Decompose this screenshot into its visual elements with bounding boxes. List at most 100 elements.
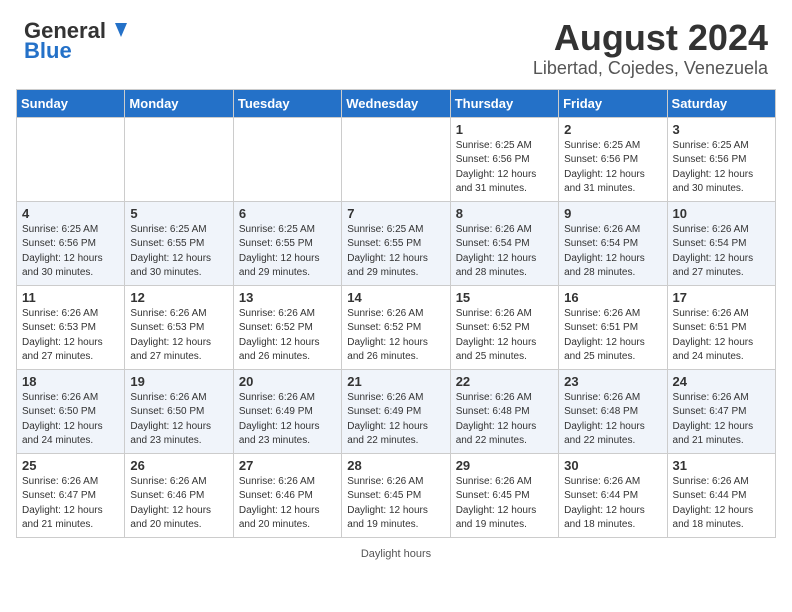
day-number: 3 <box>673 122 770 137</box>
calendar-cell <box>125 117 233 201</box>
calendar-cell: 10Sunrise: 6:26 AM Sunset: 6:54 PM Dayli… <box>667 201 775 285</box>
day-info: Sunrise: 6:25 AM Sunset: 6:56 PM Dayligh… <box>456 139 553 197</box>
calendar-container: SundayMondayTuesdayWednesdayThursdayFrid… <box>0 89 792 542</box>
calendar-cell: 31Sunrise: 6:26 AM Sunset: 6:44 PM Dayli… <box>667 453 775 537</box>
calendar-cell: 7 Sunrise: 6:25 AM Sunset: 6:55 PM Daylig… <box>342 201 450 285</box>
day-info: Sunrise: 6:26 AM Sunset: 6:48 PM Dayligh… <box>564 391 661 449</box>
calendar-week-row: 11 Sunrise: 6:26 AM Sunset: 6:53 PM Dayli… <box>17 285 776 369</box>
day-info: Sunrise: 6:26 AM Sunset: 6:52 PM Dayligh… <box>347 307 444 365</box>
calendar-cell: 6Sunrise: 6:25 AM Sunset: 6:55 PM Daylig… <box>233 201 341 285</box>
calendar-cell: 2Sunrise: 6:25 AM Sunset: 6:56 PM Daylig… <box>559 117 667 201</box>
day-info: Sunrise: 6:26 AM Sunset: 6:44 PM Dayligh… <box>564 475 661 533</box>
day-info: Sunrise: 6:26 AM Sunset: 6:49 PM Dayligh… <box>239 391 336 449</box>
day-number: 22 <box>456 374 553 389</box>
subtitle: Libertad, Cojedes, Venezuela <box>533 58 768 79</box>
day-number: 6 <box>239 206 336 221</box>
calendar-cell: 21 Sunrise: 6:26 AM Sunset: 6:49 PM Dayli… <box>342 369 450 453</box>
page-header: General Blue August 2024 Libertad, Cojed… <box>0 0 792 89</box>
calendar-cell: 4 Sunrise: 6:25 AM Sunset: 6:56 PM Daylig… <box>17 201 125 285</box>
day-number: 7 <box>347 206 444 221</box>
calendar-week-row: 25 Sunrise: 6:26 AM Sunset: 6:47 PM Dayli… <box>17 453 776 537</box>
col-header-saturday: Saturday <box>667 89 775 117</box>
day-number: 14 <box>347 290 444 305</box>
day-number: 17 <box>673 290 770 305</box>
day-number: 9 <box>564 206 661 221</box>
day-info: Sunrise: 6:25 AM Sunset: 6:55 PM Dayligh… <box>347 223 444 281</box>
calendar-header-row: SundayMondayTuesdayWednesdayThursdayFrid… <box>17 89 776 117</box>
calendar-cell <box>17 117 125 201</box>
calendar-cell: 1 Sunrise: 6:25 AM Sunset: 6:56 PM Daylig… <box>450 117 558 201</box>
day-info: Sunrise: 6:26 AM Sunset: 6:44 PM Dayligh… <box>673 475 770 533</box>
day-info: Sunrise: 6:26 AM Sunset: 6:52 PM Dayligh… <box>456 307 553 365</box>
day-number: 5 <box>130 206 227 221</box>
day-number: 25 <box>22 458 119 473</box>
day-number: 1 <box>456 122 553 137</box>
day-info: Sunrise: 6:26 AM Sunset: 6:51 PM Dayligh… <box>673 307 770 365</box>
calendar-cell: 25 Sunrise: 6:26 AM Sunset: 6:47 PM Dayli… <box>17 453 125 537</box>
day-info: Sunrise: 6:26 AM Sunset: 6:52 PM Dayligh… <box>239 307 336 365</box>
day-info: Sunrise: 6:26 AM Sunset: 6:53 PM Dayligh… <box>130 307 227 365</box>
calendar-cell: 3 Sunrise: 6:25 AM Sunset: 6:56 PM Daylig… <box>667 117 775 201</box>
calendar-cell: 13 Sunrise: 6:26 AM Sunset: 6:52 PM Dayli… <box>233 285 341 369</box>
day-info: Sunrise: 6:26 AM Sunset: 6:53 PM Dayligh… <box>22 307 119 365</box>
day-info: Sunrise: 6:26 AM Sunset: 6:54 PM Dayligh… <box>564 223 661 281</box>
day-info: Sunrise: 6:25 AM Sunset: 6:56 PM Dayligh… <box>564 139 661 197</box>
day-info: Sunrise: 6:25 AM Sunset: 6:56 PM Dayligh… <box>673 139 770 197</box>
day-info: Sunrise: 6:26 AM Sunset: 6:50 PM Dayligh… <box>130 391 227 449</box>
calendar-cell: 26Sunrise: 6:26 AM Sunset: 6:46 PM Dayli… <box>125 453 233 537</box>
day-number: 13 <box>239 290 336 305</box>
col-header-thursday: Thursday <box>450 89 558 117</box>
calendar-cell: 24Sunrise: 6:26 AM Sunset: 6:47 PM Dayli… <box>667 369 775 453</box>
calendar-cell: 23Sunrise: 6:26 AM Sunset: 6:48 PM Dayli… <box>559 369 667 453</box>
day-number: 30 <box>564 458 661 473</box>
title-area: August 2024 Libertad, Cojedes, Venezuela <box>533 18 768 79</box>
calendar-cell: 22Sunrise: 6:26 AM Sunset: 6:48 PM Dayli… <box>450 369 558 453</box>
day-number: 8 <box>456 206 553 221</box>
logo-icon <box>107 19 129 41</box>
calendar-week-row: 4 Sunrise: 6:25 AM Sunset: 6:56 PM Daylig… <box>17 201 776 285</box>
calendar-week-row: 1 Sunrise: 6:25 AM Sunset: 6:56 PM Daylig… <box>17 117 776 201</box>
day-info: Sunrise: 6:26 AM Sunset: 6:51 PM Dayligh… <box>564 307 661 365</box>
day-number: 15 <box>456 290 553 305</box>
calendar-cell: 28 Sunrise: 6:26 AM Sunset: 6:45 PM Dayli… <box>342 453 450 537</box>
col-header-friday: Friday <box>559 89 667 117</box>
day-info: Sunrise: 6:26 AM Sunset: 6:45 PM Dayligh… <box>456 475 553 533</box>
calendar-cell: 27Sunrise: 6:26 AM Sunset: 6:46 PM Dayli… <box>233 453 341 537</box>
day-number: 28 <box>347 458 444 473</box>
calendar-cell: 15 Sunrise: 6:26 AM Sunset: 6:52 PM Dayli… <box>450 285 558 369</box>
calendar-cell: 20Sunrise: 6:26 AM Sunset: 6:49 PM Dayli… <box>233 369 341 453</box>
calendar-cell: 9 Sunrise: 6:26 AM Sunset: 6:54 PM Daylig… <box>559 201 667 285</box>
daylight-label: Daylight hours <box>361 548 431 560</box>
day-number: 19 <box>130 374 227 389</box>
calendar-cell: 11 Sunrise: 6:26 AM Sunset: 6:53 PM Dayli… <box>17 285 125 369</box>
col-header-monday: Monday <box>125 89 233 117</box>
calendar-cell: 12Sunrise: 6:26 AM Sunset: 6:53 PM Dayli… <box>125 285 233 369</box>
calendar-cell: 30 Sunrise: 6:26 AM Sunset: 6:44 PM Dayli… <box>559 453 667 537</box>
col-header-wednesday: Wednesday <box>342 89 450 117</box>
day-info: Sunrise: 6:26 AM Sunset: 6:54 PM Dayligh… <box>456 223 553 281</box>
main-title: August 2024 <box>533 18 768 58</box>
day-info: Sunrise: 6:25 AM Sunset: 6:55 PM Dayligh… <box>130 223 227 281</box>
day-info: Sunrise: 6:26 AM Sunset: 6:45 PM Dayligh… <box>347 475 444 533</box>
calendar-cell: 5 Sunrise: 6:25 AM Sunset: 6:55 PM Daylig… <box>125 201 233 285</box>
day-number: 24 <box>673 374 770 389</box>
day-info: Sunrise: 6:25 AM Sunset: 6:56 PM Dayligh… <box>22 223 119 281</box>
logo: General Blue <box>24 18 129 64</box>
calendar-cell: 8 Sunrise: 6:26 AM Sunset: 6:54 PM Daylig… <box>450 201 558 285</box>
col-header-sunday: Sunday <box>17 89 125 117</box>
calendar-cell: 18Sunrise: 6:26 AM Sunset: 6:50 PM Dayli… <box>17 369 125 453</box>
day-info: Sunrise: 6:26 AM Sunset: 6:54 PM Dayligh… <box>673 223 770 281</box>
calendar-week-row: 18Sunrise: 6:26 AM Sunset: 6:50 PM Dayli… <box>17 369 776 453</box>
day-number: 4 <box>22 206 119 221</box>
day-number: 16 <box>564 290 661 305</box>
day-number: 26 <box>130 458 227 473</box>
calendar-cell: 14 Sunrise: 6:26 AM Sunset: 6:52 PM Dayli… <box>342 285 450 369</box>
day-info: Sunrise: 6:26 AM Sunset: 6:47 PM Dayligh… <box>22 475 119 533</box>
day-info: Sunrise: 6:26 AM Sunset: 6:49 PM Dayligh… <box>347 391 444 449</box>
calendar-table: SundayMondayTuesdayWednesdayThursdayFrid… <box>16 89 776 538</box>
calendar-cell <box>233 117 341 201</box>
day-number: 11 <box>22 290 119 305</box>
day-number: 21 <box>347 374 444 389</box>
day-info: Sunrise: 6:26 AM Sunset: 6:46 PM Dayligh… <box>239 475 336 533</box>
calendar-cell: 16 Sunrise: 6:26 AM Sunset: 6:51 PM Dayli… <box>559 285 667 369</box>
